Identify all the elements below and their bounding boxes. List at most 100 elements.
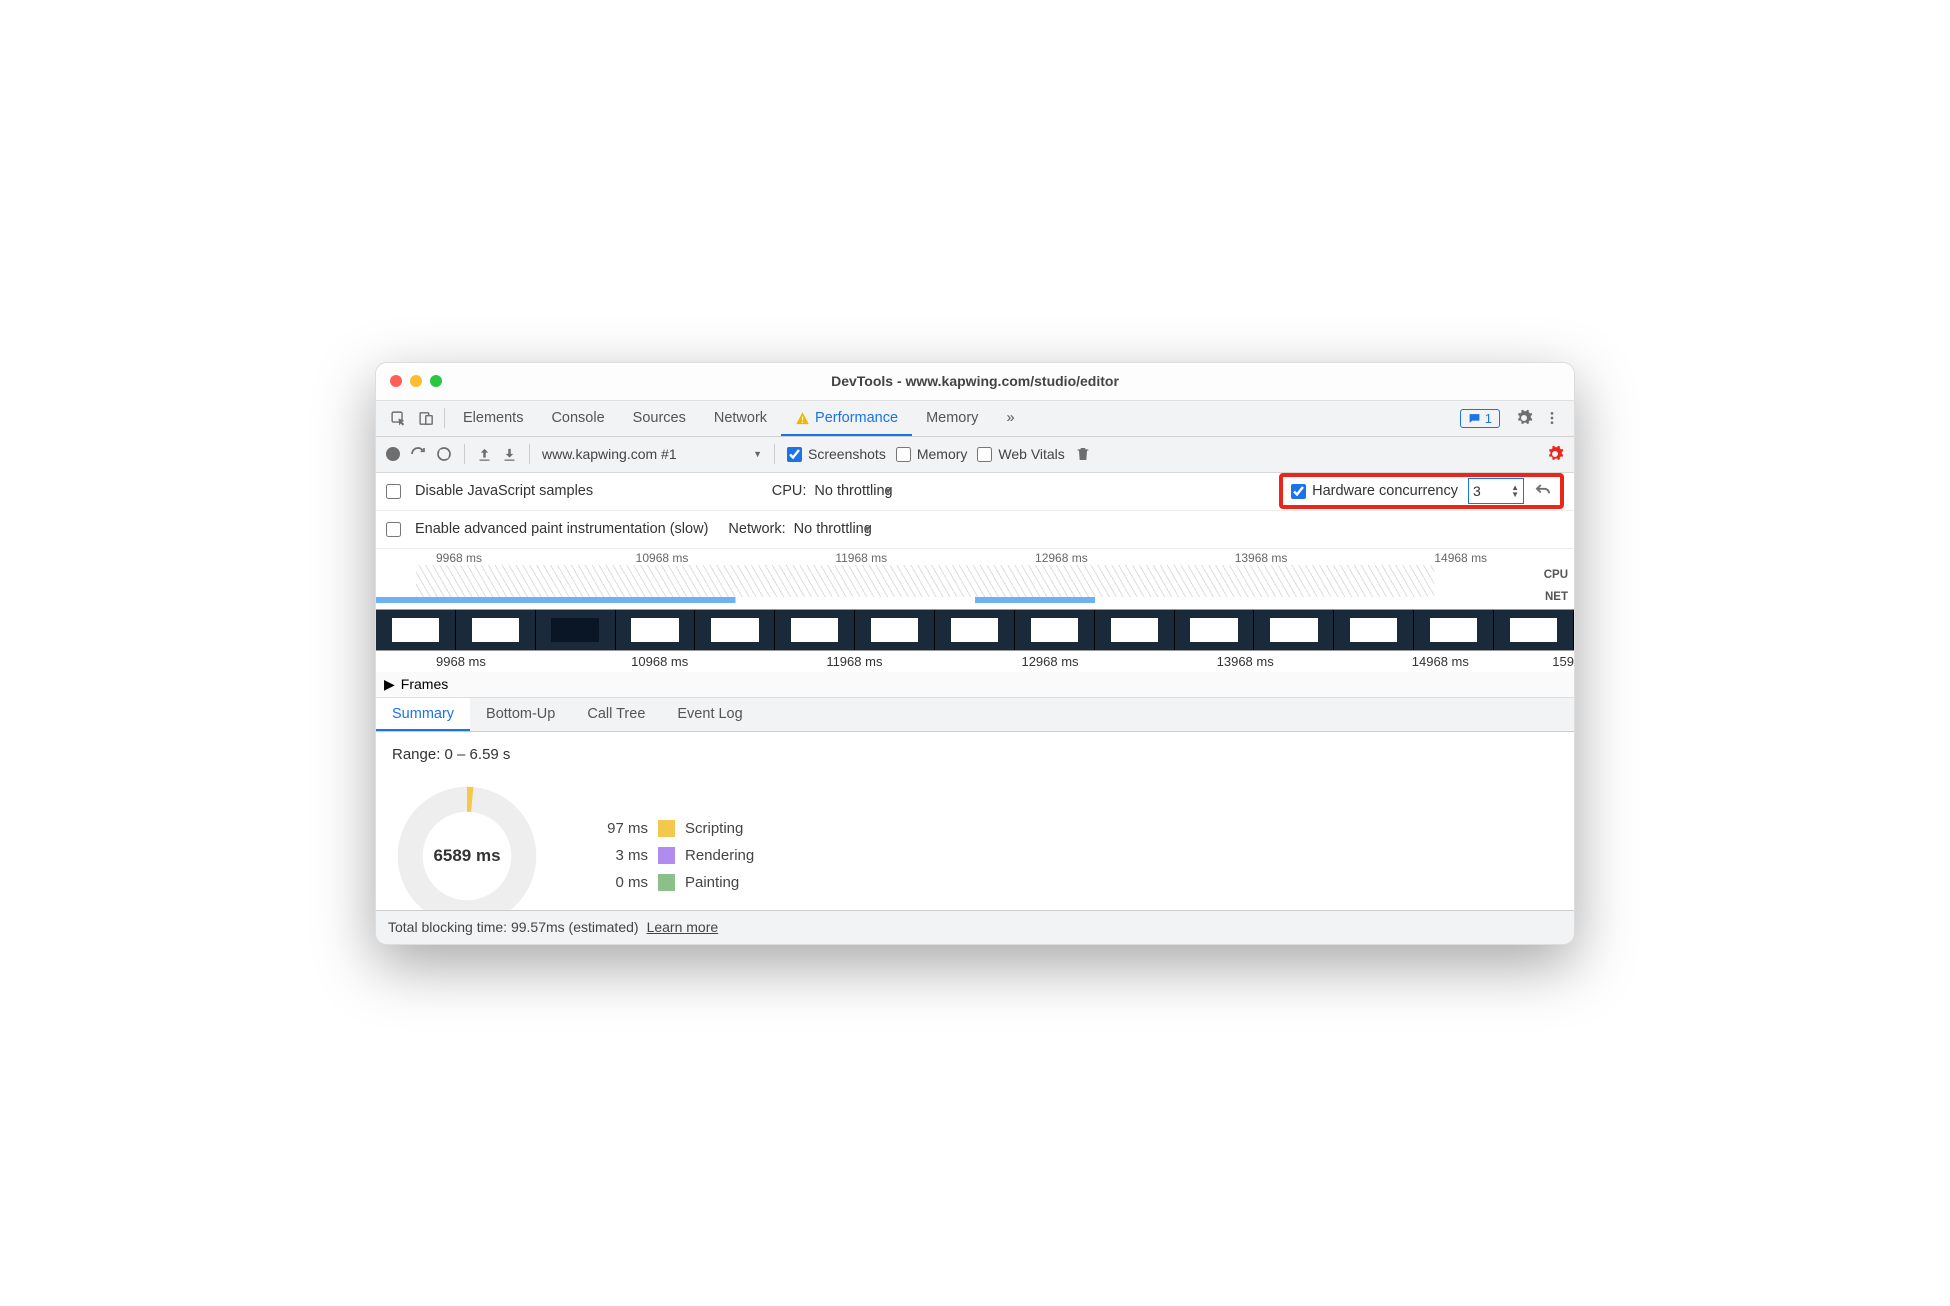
- dtab-bottomup[interactable]: Bottom-Up: [470, 698, 571, 731]
- screenshot-thumb[interactable]: [536, 610, 616, 650]
- summary-legend: 97 msScripting 3 msRendering 0 msPaintin…: [582, 820, 754, 891]
- screenshot-thumb[interactable]: [1334, 610, 1414, 650]
- tick: 13968 ms: [1157, 654, 1352, 669]
- undo-icon[interactable]: [1534, 482, 1552, 500]
- settings-icon[interactable]: [1510, 409, 1538, 427]
- tab-more[interactable]: »: [992, 400, 1028, 436]
- hw-label: Hardware concurrency: [1312, 483, 1458, 499]
- disable-js-checkbox[interactable]: Disable JavaScript samples: [386, 483, 593, 499]
- tab-network[interactable]: Network: [700, 400, 781, 436]
- tick: 9968 ms: [376, 654, 571, 669]
- device-toggle-icon[interactable]: [412, 410, 440, 427]
- tbt-text: Total blocking time: 99.57ms (estimated): [388, 919, 639, 935]
- screenshot-thumb[interactable]: [1254, 610, 1334, 650]
- trash-icon[interactable]: [1075, 446, 1091, 462]
- screenshot-thumb[interactable]: [1494, 610, 1574, 650]
- tick: 9968 ms: [376, 551, 576, 565]
- screenshot-thumb[interactable]: [775, 610, 855, 650]
- legend-row: 3 msRendering: [582, 847, 754, 864]
- screenshot-strip[interactable]: [376, 609, 1574, 651]
- tab-sources[interactable]: Sources: [619, 400, 700, 436]
- tick: 10968 ms: [571, 654, 766, 669]
- screenshot-thumb[interactable]: [376, 610, 456, 650]
- legend-swatch: [658, 820, 675, 837]
- screenshot-thumb[interactable]: [1015, 610, 1095, 650]
- paint-instr-checkbox[interactable]: Enable advanced paint instrumentation (s…: [386, 521, 708, 537]
- legend-swatch: [658, 847, 675, 864]
- legend-name: Painting: [685, 874, 739, 891]
- donut-center-value: 6589 ms: [392, 781, 542, 910]
- screenshot-thumb[interactable]: [695, 610, 775, 650]
- hw-concurrency-input[interactable]: 3 ▲▼: [1468, 478, 1524, 504]
- network-throttle-group: Network: No throttling: [728, 521, 871, 537]
- dtab-calltree[interactable]: Call Tree: [571, 698, 661, 731]
- tab-performance-label: Performance: [815, 410, 898, 426]
- memory-checkbox[interactable]: Memory: [896, 446, 968, 462]
- capture-settings-icon[interactable]: [1546, 445, 1564, 463]
- tick: 12968 ms: [961, 654, 1156, 669]
- net-value: No throttling: [794, 521, 872, 537]
- detail-tabbar: Summary Bottom-Up Call Tree Event Log: [376, 698, 1574, 732]
- tick: 12968 ms: [975, 551, 1175, 565]
- tick: 10968 ms: [576, 551, 776, 565]
- summary-panel: Range: 0 – 6.59 s 6589 ms 97 msScripting…: [376, 732, 1574, 910]
- download-icon[interactable]: [502, 447, 517, 462]
- stepper-icon[interactable]: ▲▼: [1511, 484, 1519, 498]
- screenshot-thumb[interactable]: [616, 610, 696, 650]
- dtab-eventlog[interactable]: Event Log: [661, 698, 758, 731]
- screenshot-thumb[interactable]: [935, 610, 1015, 650]
- issues-count: 1: [1485, 411, 1492, 426]
- tick: 11968 ms: [775, 551, 975, 565]
- tick: 14968 ms: [1352, 654, 1547, 669]
- hardware-concurrency-highlight: Hardware concurrency 3 ▲▼: [1279, 473, 1564, 509]
- summary-donut-chart: 6589 ms: [392, 781, 542, 910]
- screenshot-thumb[interactable]: [456, 610, 536, 650]
- target-select[interactable]: www.kapwing.com #1: [542, 446, 762, 462]
- record-button[interactable]: [386, 447, 400, 461]
- legend-ms: 0 ms: [582, 874, 648, 891]
- tick: 159: [1547, 654, 1574, 669]
- cpu-value: No throttling: [814, 483, 892, 499]
- upload-icon[interactable]: [477, 447, 492, 462]
- net-lane-label: NET: [1545, 591, 1568, 603]
- expand-icon[interactable]: ▶: [384, 676, 395, 693]
- frames-track[interactable]: ▶ Frames: [376, 672, 1574, 698]
- tab-performance[interactable]: Performance: [781, 400, 912, 436]
- screenshot-thumb[interactable]: [855, 610, 935, 650]
- cpu-throttle-select[interactable]: No throttling: [814, 483, 892, 499]
- clear-button[interactable]: [436, 446, 452, 462]
- screenshot-thumb[interactable]: [1095, 610, 1175, 650]
- window-title: DevTools - www.kapwing.com/studio/editor: [376, 373, 1574, 389]
- message-icon: [1468, 412, 1481, 425]
- tick: 14968 ms: [1374, 551, 1574, 565]
- kebab-menu-icon[interactable]: [1538, 410, 1566, 426]
- screenshot-thumb[interactable]: [1175, 610, 1255, 650]
- reload-button[interactable]: [410, 446, 426, 462]
- screenshots-label: Screenshots: [808, 446, 886, 462]
- webvitals-checkbox[interactable]: Web Vitals: [977, 446, 1064, 462]
- dtab-summary[interactable]: Summary: [376, 698, 470, 731]
- tab-memory[interactable]: Memory: [912, 400, 992, 436]
- cpu-lane-label: CPU: [1544, 569, 1568, 581]
- disable-js-label: Disable JavaScript samples: [415, 483, 593, 499]
- tab-elements[interactable]: Elements: [449, 400, 537, 436]
- screenshots-checkbox[interactable]: Screenshots: [787, 446, 886, 462]
- screenshot-thumb[interactable]: [1414, 610, 1494, 650]
- frames-label: Frames: [401, 676, 448, 692]
- hw-concurrency-checkbox[interactable]: Hardware concurrency: [1291, 483, 1458, 499]
- warning-icon: [795, 411, 810, 426]
- issues-badge[interactable]: 1: [1460, 409, 1500, 428]
- options-row-1: Disable JavaScript samples CPU: No throt…: [376, 473, 1574, 511]
- cpu-activity-graph: [416, 565, 1434, 597]
- cpu-throttle-group: CPU: No throttling: [772, 483, 893, 499]
- tab-console[interactable]: Console: [537, 400, 618, 436]
- hw-value: 3: [1473, 483, 1481, 499]
- footer-bar: Total blocking time: 99.57ms (estimated)…: [376, 910, 1574, 944]
- cpu-label: CPU:: [772, 483, 807, 499]
- overview-timeline[interactable]: 9968 ms 10968 ms 11968 ms 12968 ms 13968…: [376, 549, 1574, 609]
- inspect-icon[interactable]: [384, 410, 412, 427]
- main-tabbar: Elements Console Sources Network Perform…: [376, 401, 1574, 437]
- learn-more-link[interactable]: Learn more: [647, 919, 719, 935]
- perf-toolbar: www.kapwing.com #1 Screenshots Memory We…: [376, 437, 1574, 473]
- network-throttle-select[interactable]: No throttling: [794, 521, 872, 537]
